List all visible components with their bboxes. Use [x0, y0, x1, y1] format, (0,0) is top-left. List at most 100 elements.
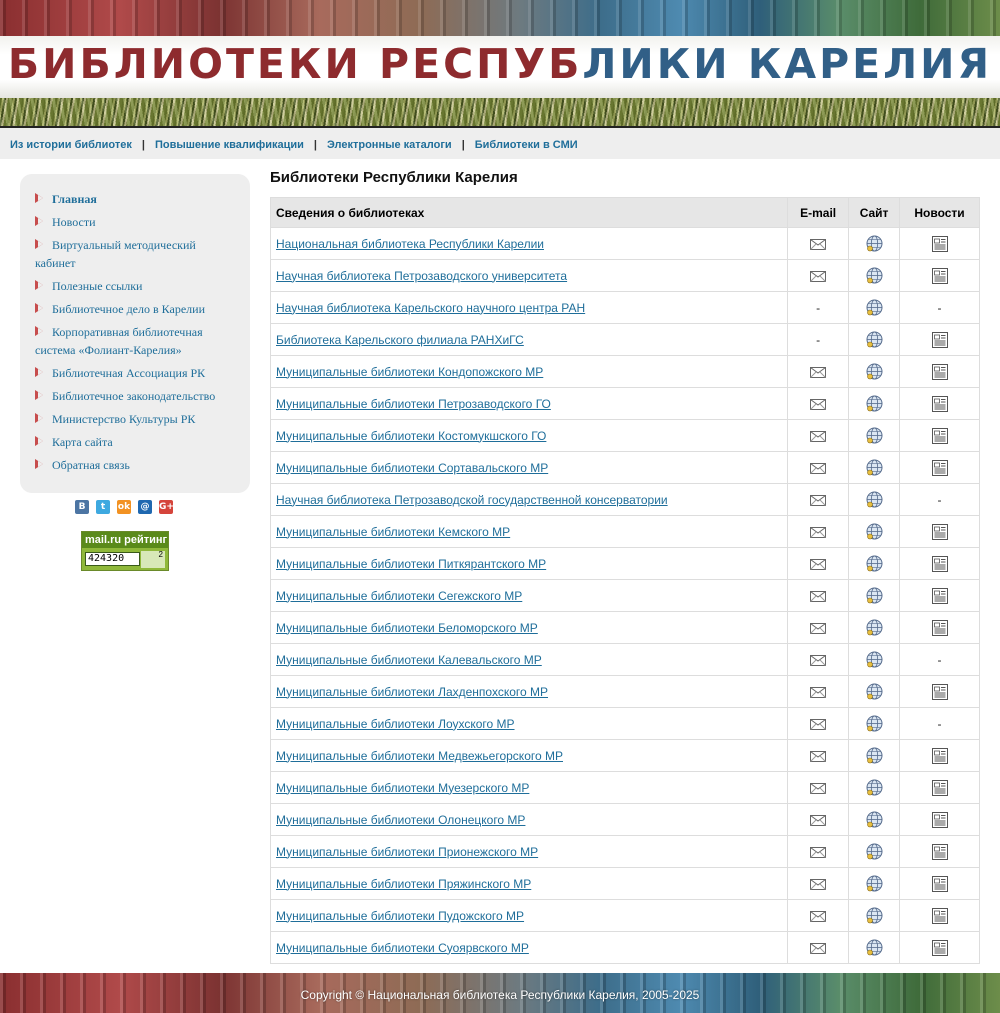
mail-icon[interactable]: [810, 942, 827, 954]
website-globe-icon[interactable]: [866, 651, 883, 668]
website-globe-icon[interactable]: [866, 331, 883, 348]
library-link[interactable]: Муниципальные библиотеки Лахденпохского …: [276, 685, 548, 699]
library-link[interactable]: Муниципальные библиотеки Пряжинского МР: [276, 877, 531, 891]
website-globe-icon[interactable]: [866, 939, 883, 956]
nav-link-3[interactable]: Электронные каталоги: [327, 139, 452, 151]
sidebar-item-11[interactable]: Обратная связь: [35, 456, 235, 474]
website-globe-icon[interactable]: [866, 395, 883, 412]
mail-icon[interactable]: [810, 590, 827, 602]
nav-link-4[interactable]: Библиотеки в СМИ: [475, 139, 578, 151]
sidebar-item-9[interactable]: Министерство Культуры РК: [35, 410, 235, 428]
sidebar-item-5[interactable]: Библиотечное дело в Карелии: [35, 300, 235, 318]
newspaper-icon[interactable]: [931, 779, 948, 796]
newspaper-icon[interactable]: [931, 939, 948, 956]
library-link[interactable]: Муниципальные библиотеки Кемского МР: [276, 525, 510, 539]
sidebar-item-2[interactable]: Новости: [35, 213, 235, 231]
odnoklassniki-icon[interactable]: ok: [117, 500, 131, 514]
library-link[interactable]: Муниципальные библиотеки Олонецкого МР: [276, 813, 525, 827]
sidebar-item-7[interactable]: Библиотечная Ассоциация РК: [35, 364, 235, 382]
newspaper-icon[interactable]: [931, 427, 948, 444]
sidebar-item-8[interactable]: Библиотечное законодательство: [35, 387, 235, 405]
nav-link-1[interactable]: Из истории библиотек: [10, 139, 132, 151]
library-link[interactable]: Научная библиотека Петрозаводского униве…: [276, 269, 567, 283]
website-globe-icon[interactable]: [866, 747, 883, 764]
twitter-icon[interactable]: t: [96, 500, 110, 514]
website-globe-icon[interactable]: [866, 779, 883, 796]
library-link[interactable]: Муниципальные библиотеки Пудожского МР: [276, 909, 524, 923]
mail-icon[interactable]: [810, 462, 827, 474]
website-globe-icon[interactable]: [866, 875, 883, 892]
newspaper-icon[interactable]: [931, 363, 948, 380]
sidebar-item-6[interactable]: Корпоративная библиотечная система «Фоли…: [35, 323, 235, 359]
newspaper-icon[interactable]: [931, 395, 948, 412]
mail-icon[interactable]: [810, 430, 827, 442]
newspaper-icon[interactable]: [931, 811, 948, 828]
newspaper-icon[interactable]: [931, 523, 948, 540]
sidebar-item-3[interactable]: Виртуальный методический кабинет: [35, 236, 235, 272]
library-link[interactable]: Национальная библиотека Республики Карел…: [276, 237, 544, 251]
mail-icon[interactable]: [810, 526, 827, 538]
website-globe-icon[interactable]: [866, 715, 883, 732]
googleplus-icon[interactable]: G+: [159, 500, 174, 514]
mail-icon[interactable]: [810, 654, 827, 666]
library-link[interactable]: Муниципальные библиотеки Лоухского МР: [276, 717, 515, 731]
mail-icon[interactable]: [810, 750, 827, 762]
newspaper-icon[interactable]: [931, 587, 948, 604]
mail-icon[interactable]: [810, 782, 827, 794]
mail-icon[interactable]: [810, 558, 827, 570]
website-globe-icon[interactable]: [866, 907, 883, 924]
sidebar-item-1[interactable]: Главная: [35, 190, 235, 208]
mail-icon[interactable]: [810, 238, 827, 250]
newspaper-icon[interactable]: [931, 331, 948, 348]
library-link[interactable]: Библиотека Карельского филиала РАНХиГС: [276, 333, 524, 347]
library-link[interactable]: Муниципальные библиотеки Медвежьегорског…: [276, 749, 563, 763]
library-link[interactable]: Муниципальные библиотеки Суоярвского МР: [276, 941, 529, 955]
mail-icon[interactable]: [810, 814, 827, 826]
mailru-icon[interactable]: @: [138, 500, 152, 514]
sidebar-item-10[interactable]: Карта сайта: [35, 433, 235, 451]
library-link[interactable]: Научная библиотека Карельского научного …: [276, 301, 585, 315]
library-link[interactable]: Муниципальные библиотеки Сегежского МР: [276, 589, 522, 603]
website-globe-icon[interactable]: [866, 683, 883, 700]
mail-icon[interactable]: [810, 718, 827, 730]
website-globe-icon[interactable]: [866, 619, 883, 636]
website-globe-icon[interactable]: [866, 811, 883, 828]
newspaper-icon[interactable]: [931, 459, 948, 476]
newspaper-icon[interactable]: [931, 843, 948, 860]
library-link[interactable]: Муниципальные библиотеки Питкярантского …: [276, 557, 546, 571]
library-link[interactable]: Муниципальные библиотеки Прионежского МР: [276, 845, 538, 859]
newspaper-icon[interactable]: [931, 555, 948, 572]
website-globe-icon[interactable]: [866, 587, 883, 604]
newspaper-icon[interactable]: [931, 747, 948, 764]
website-globe-icon[interactable]: [866, 491, 883, 508]
library-link[interactable]: Научная библиотека Петрозаводской госуда…: [276, 493, 668, 507]
library-link[interactable]: Муниципальные библиотеки Беломорского МР: [276, 621, 538, 635]
newspaper-icon[interactable]: [931, 683, 948, 700]
library-link[interactable]: Муниципальные библиотеки Петрозаводского…: [276, 397, 551, 411]
mail-icon[interactable]: [810, 878, 827, 890]
library-link[interactable]: Муниципальные библиотеки Сортавальского …: [276, 461, 548, 475]
sidebar-item-4[interactable]: Полезные ссылки: [35, 277, 235, 295]
website-globe-icon[interactable]: [866, 523, 883, 540]
mail-icon[interactable]: [810, 686, 827, 698]
website-globe-icon[interactable]: [866, 555, 883, 572]
website-globe-icon[interactable]: [866, 843, 883, 860]
website-globe-icon[interactable]: [866, 459, 883, 476]
library-link[interactable]: Муниципальные библиотеки Муезерского МР: [276, 781, 529, 795]
mail-icon[interactable]: [810, 910, 827, 922]
mail-icon[interactable]: [810, 398, 827, 410]
vkontakte-icon[interactable]: В: [75, 500, 89, 514]
mail-icon[interactable]: [810, 846, 827, 858]
newspaper-icon[interactable]: [931, 619, 948, 636]
newspaper-icon[interactable]: [931, 235, 948, 252]
library-link[interactable]: Муниципальные библиотеки Калевальского М…: [276, 653, 542, 667]
library-link[interactable]: Муниципальные библиотеки Костомукшского …: [276, 429, 546, 443]
mailru-rating-counter[interactable]: mail.ru рейтинг 424320 2: [81, 531, 169, 571]
nav-link-2[interactable]: Повышение квалификации: [155, 139, 304, 151]
mail-icon[interactable]: [810, 494, 827, 506]
newspaper-icon[interactable]: [931, 267, 948, 284]
website-globe-icon[interactable]: [866, 363, 883, 380]
website-globe-icon[interactable]: [866, 235, 883, 252]
website-globe-icon[interactable]: [866, 299, 883, 316]
website-globe-icon[interactable]: [866, 267, 883, 284]
